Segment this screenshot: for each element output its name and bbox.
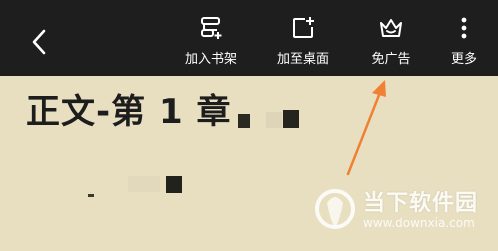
watermark-url: www.downxia.com [363, 216, 475, 230]
watermark-logo-icon [315, 189, 355, 229]
watermark: 当下软件园 www.downxia.com [313, 183, 488, 243]
watermark-name: 当下软件园 [363, 191, 479, 216]
